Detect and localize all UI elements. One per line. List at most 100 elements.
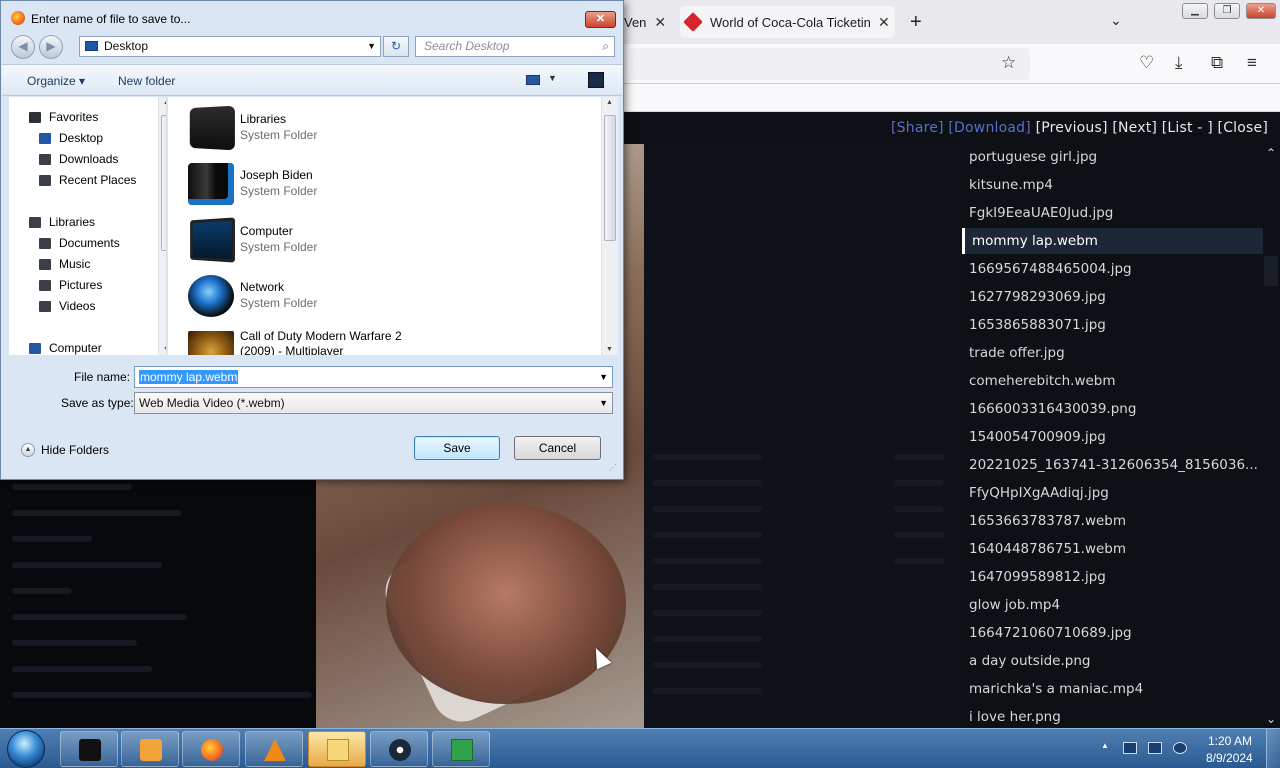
- organize-button[interactable]: Organize ▾: [27, 74, 85, 88]
- file-list-item[interactable]: glow job.mp4: [969, 592, 1263, 618]
- clock-time[interactable]: 1:20 AM: [1208, 734, 1252, 748]
- pocket-icon[interactable]: ♡: [1139, 53, 1154, 73]
- dialog-close-button[interactable]: ✕: [585, 11, 616, 28]
- file-list-item[interactable]: a day outside.png: [969, 648, 1263, 674]
- file-list-item[interactable]: i love her.png: [969, 704, 1263, 728]
- file-browser-scrollbar[interactable]: ▲ ▼: [601, 97, 618, 355]
- nav-item-favorites[interactable]: Favorites: [29, 110, 98, 124]
- download-link[interactable]: [Download]: [948, 120, 1031, 136]
- volume-icon[interactable]: [1173, 742, 1187, 754]
- clock-date[interactable]: 8/9/2024: [1206, 751, 1253, 765]
- address-bar[interactable]: Desktop ▼: [79, 36, 381, 57]
- resize-grip-icon[interactable]: ⋰: [609, 463, 617, 472]
- new-tab-button[interactable]: +: [910, 12, 922, 32]
- url-bar[interactable]: [630, 48, 1030, 80]
- file-list-item[interactable]: marichka's a maniac.mp4: [969, 676, 1263, 702]
- search-icon[interactable]: ⌕: [602, 37, 609, 56]
- new-folder-button[interactable]: New folder: [118, 74, 175, 88]
- tab-close-icon[interactable]: ✕: [654, 14, 666, 31]
- taskbar-app-installer[interactable]: [432, 731, 490, 767]
- next-link[interactable]: [Next]: [1112, 120, 1157, 136]
- menu-icon[interactable]: ≡: [1247, 53, 1257, 73]
- file-list-item[interactable]: kitsune.mp4: [969, 172, 1263, 198]
- file-name-input[interactable]: mommy lap.webm ▼: [134, 366, 613, 388]
- file-list-item[interactable]: 1647099589812.jpg: [969, 564, 1263, 590]
- tab-close-icon[interactable]: ✕: [878, 14, 890, 31]
- chevron-down-icon[interactable]: ▼: [367, 37, 376, 56]
- close-link[interactable]: [Close]: [1218, 120, 1268, 136]
- scroll-up-icon[interactable]: ▲: [163, 99, 166, 106]
- taskbar-app-vlc[interactable]: [245, 731, 303, 767]
- scroll-down-icon[interactable]: ▼: [163, 346, 166, 353]
- file-list-item[interactable]: 20221025_163741-312606354_8156036...: [969, 452, 1263, 478]
- preview-pane-button[interactable]: [588, 72, 604, 88]
- bookmark-star-icon[interactable]: ☆: [1001, 53, 1016, 73]
- file-list-item[interactable]: FfyQHpIXgAAdiqj.jpg: [969, 480, 1263, 506]
- show-desktop-button[interactable]: [1266, 729, 1280, 768]
- taskbar-app-black-folder[interactable]: [60, 731, 118, 767]
- nav-item-pictures[interactable]: Pictures: [39, 278, 102, 292]
- scroll-up-icon[interactable]: ⌃: [1266, 146, 1276, 160]
- file-list-item[interactable]: FgkI9EeaUAE0Jud.jpg: [969, 200, 1263, 226]
- previous-link[interactable]: [Previous]: [1036, 120, 1108, 136]
- close-window-button[interactable]: ✕: [1246, 3, 1276, 19]
- file-list-scrollbar-thumb[interactable]: [1264, 256, 1278, 286]
- hide-folders-button[interactable]: ▲ Hide Folders: [21, 443, 109, 457]
- nav-item-libraries[interactable]: Libraries: [29, 215, 95, 229]
- navigation-scrollbar[interactable]: ▲ ▼: [158, 97, 166, 355]
- file-list-item[interactable]: comeherebitch.webm: [969, 368, 1263, 394]
- cancel-button[interactable]: Cancel: [514, 436, 601, 460]
- change-view-button[interactable]: ▼: [524, 73, 564, 88]
- nav-item-computer[interactable]: Computer: [29, 341, 102, 355]
- list-link[interactable]: [List - ]: [1162, 120, 1213, 136]
- scrollbar-thumb[interactable]: [604, 115, 616, 241]
- nav-item-desktop[interactable]: Desktop: [39, 131, 103, 145]
- nav-item-downloads[interactable]: Downloads: [39, 152, 118, 166]
- taskbar-app-media-player[interactable]: [121, 731, 179, 767]
- chevron-down-icon[interactable]: ▼: [599, 396, 608, 410]
- file-list-item[interactable]: 1653865883071.jpg: [969, 312, 1263, 338]
- network-icon[interactable]: [1148, 742, 1162, 754]
- scroll-down-icon[interactable]: ▼: [606, 346, 613, 353]
- file-list-item[interactable]: 1669567488465004.jpg: [969, 256, 1263, 282]
- nav-item-music[interactable]: Music: [39, 257, 90, 271]
- browser-tab-coca-cola[interactable]: World of Coca-Cola Ticketing S ✕: [680, 6, 895, 38]
- taskbar-app-file-explorer[interactable]: [308, 731, 366, 767]
- show-hidden-icons-button[interactable]: ▲: [1101, 741, 1109, 750]
- file-list-item[interactable]: trade offer.jpg: [969, 340, 1263, 366]
- file-list-item-selected[interactable]: mommy lap.webm: [962, 228, 1263, 254]
- downloads-icon[interactable]: ⤓: [1175, 53, 1183, 73]
- file-entry-network[interactable]: Network System Folder: [186, 273, 606, 327]
- file-entry-libraries[interactable]: Libraries System Folder: [186, 105, 606, 159]
- file-list-item[interactable]: 1540054700909.jpg: [969, 424, 1263, 450]
- share-link[interactable]: [Share]: [891, 120, 944, 136]
- forward-button[interactable]: ▶: [39, 35, 63, 59]
- save-button[interactable]: Save: [414, 436, 500, 460]
- file-name-value[interactable]: mommy lap.webm: [139, 370, 239, 384]
- chevron-down-icon[interactable]: ▼: [599, 370, 608, 384]
- file-entry-joseph-biden[interactable]: Joseph Biden System Folder: [186, 161, 606, 215]
- file-list-item[interactable]: 1664721060710689.jpg: [969, 620, 1263, 646]
- taskbar-app-steam[interactable]: [370, 731, 428, 767]
- tray-app-icon[interactable]: [1123, 742, 1137, 754]
- extensions-icon[interactable]: ⧉: [1211, 53, 1223, 73]
- back-button[interactable]: ◀: [11, 35, 35, 59]
- nav-item-videos[interactable]: Videos: [39, 299, 95, 313]
- maximize-button[interactable]: ❐: [1214, 3, 1240, 19]
- start-button[interactable]: [7, 730, 45, 768]
- list-all-tabs-button[interactable]: ⌄: [1110, 12, 1122, 29]
- file-list-item[interactable]: 1653663783787.webm: [969, 508, 1263, 534]
- browser-tab[interactable]: Ven ✕: [624, 6, 672, 38]
- file-entry-call-of-duty-modern-warfare-2[interactable]: Call of Duty Modern Warfare 2 (2009) - Mu…: [186, 329, 606, 355]
- refresh-button[interactable]: ↻: [383, 36, 409, 57]
- scroll-down-icon[interactable]: ⌄: [1266, 712, 1276, 726]
- nav-item-recent-places[interactable]: Recent Places: [39, 173, 136, 187]
- file-list-item[interactable]: 1666003316430039.png: [969, 396, 1263, 422]
- file-list-item[interactable]: 1640448786751.webm: [969, 536, 1263, 562]
- minimize-button[interactable]: ▁: [1182, 3, 1208, 19]
- file-list-item[interactable]: 1627798293069.jpg: [969, 284, 1263, 310]
- scroll-up-icon[interactable]: ▲: [606, 99, 613, 106]
- scrollbar-thumb[interactable]: [161, 115, 166, 251]
- save-type-select[interactable]: Web Media Video (*.webm) ▼: [134, 392, 613, 414]
- taskbar-app-firefox[interactable]: [182, 731, 240, 767]
